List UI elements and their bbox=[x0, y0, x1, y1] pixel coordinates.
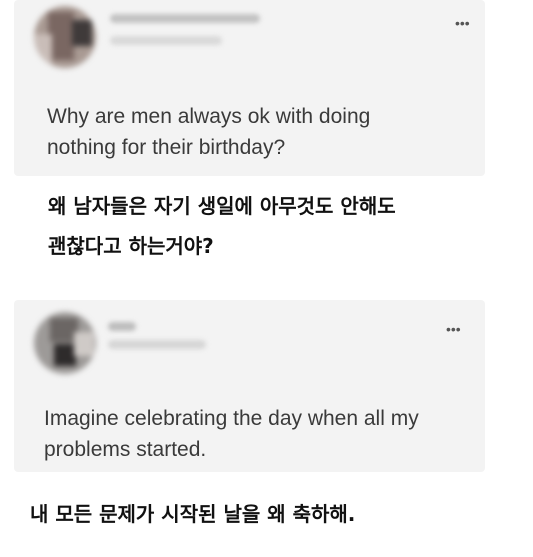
avatar-blur bbox=[54, 344, 76, 366]
more-horizontal-icon[interactable]: ••• bbox=[446, 322, 461, 336]
korean-translation: 내 모든 문제가 시작된 날을 왜 축하해. bbox=[30, 502, 356, 526]
avatar-blur bbox=[74, 332, 94, 356]
blurred-handle[interactable] bbox=[108, 340, 206, 349]
blurred-display-name[interactable] bbox=[110, 14, 260, 23]
korean-translation: 왜 남자들은 자기 생일에 아무것도 안해도 괜찮다고 하는거야? bbox=[48, 194, 396, 258]
blurred-display-name[interactable] bbox=[108, 322, 136, 331]
blurred-handle[interactable] bbox=[110, 36, 222, 45]
more-horizontal-icon[interactable]: ••• bbox=[455, 16, 470, 30]
avatar-blur bbox=[34, 34, 52, 64]
tweet-text: Imagine celebrating the day when all my … bbox=[44, 407, 419, 461]
avatar[interactable] bbox=[34, 6, 96, 68]
tweet-text: Why are men always ok with doing nothing… bbox=[47, 105, 371, 159]
tweet-post-1: ••• Why are men always ok with doing not… bbox=[0, 0, 533, 290]
avatar-blur bbox=[72, 20, 92, 46]
avatar[interactable] bbox=[34, 312, 96, 374]
